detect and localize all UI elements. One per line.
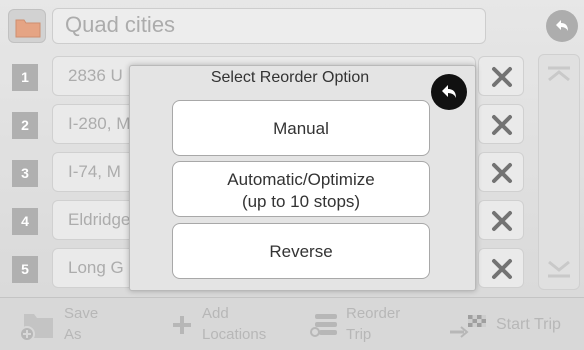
automatic-optimize-option-button[interactable]: Automatic/Optimize (up to 10 stops) (172, 161, 430, 217)
automatic-optimize-sublabel: (up to 10 stops) (241, 192, 361, 211)
dialog-title: Select Reorder Option (210, 69, 370, 86)
reverse-option-button[interactable]: Reverse (172, 223, 430, 279)
automatic-optimize-label: Automatic/Optimize (227, 170, 375, 189)
manual-option-button[interactable]: Manual (172, 100, 430, 156)
reorder-option-dialog: Select Reorder Option Manual Automatic/O… (129, 65, 476, 291)
dialog-back-button[interactable] (431, 74, 467, 110)
back-arrow-icon (442, 85, 456, 98)
